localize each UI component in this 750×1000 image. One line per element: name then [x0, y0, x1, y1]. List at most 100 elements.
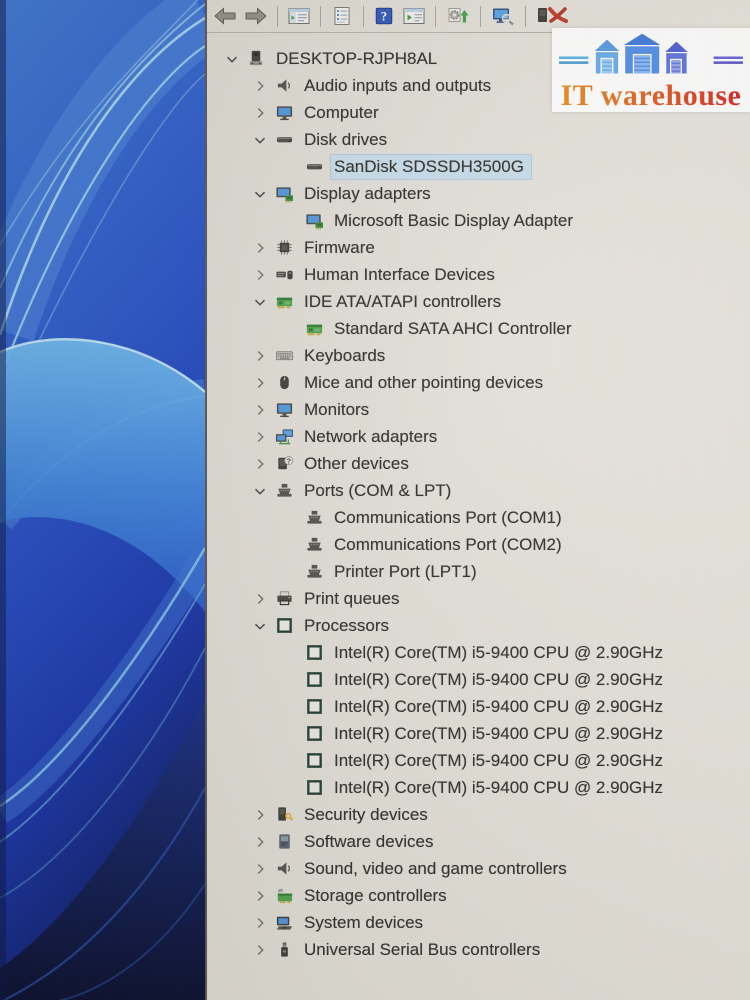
tree-row[interactable]: Firmware: [207, 234, 750, 261]
show-hide-action-pane-button[interactable]: [401, 3, 427, 29]
tree-item-label[interactable]: Disk drives: [301, 128, 394, 152]
tree-item-label[interactable]: Display adapters: [301, 182, 438, 206]
tree-item-label[interactable]: Firmware: [301, 236, 382, 260]
tree-row[interactable]: Intel(R) Core(TM) i5-9400 CPU @ 2.90GHz: [207, 693, 750, 720]
chevron-right-icon[interactable]: [247, 76, 273, 96]
tree-item-label[interactable]: Printer Port (LPT1): [331, 560, 484, 584]
chevron-right-icon[interactable]: [247, 265, 273, 285]
tree-item-label[interactable]: Other devices: [301, 452, 416, 476]
tree-row[interactable]: Processors: [207, 612, 750, 639]
tree-item-label[interactable]: Sound, video and game controllers: [301, 857, 574, 881]
chevron-right-icon[interactable]: [247, 238, 273, 258]
tree-item-label[interactable]: Print queues: [301, 587, 406, 611]
tree-item-label[interactable]: DESKTOP-RJPH8AL: [273, 47, 444, 71]
chevron-right-icon[interactable]: [247, 427, 273, 447]
tree-item-label[interactable]: Intel(R) Core(TM) i5-9400 CPU @ 2.90GHz: [331, 668, 670, 692]
tree-item-label[interactable]: Intel(R) Core(TM) i5-9400 CPU @ 2.90GHz: [331, 722, 670, 746]
chevron-right-icon[interactable]: [247, 373, 273, 393]
tree-item-label[interactable]: System devices: [301, 911, 430, 935]
tree-row[interactable]: Security devices: [207, 801, 750, 828]
show-hide-console-tree-button[interactable]: [286, 3, 312, 29]
tree-row[interactable]: Human Interface Devices: [207, 261, 750, 288]
chevron-right-icon[interactable]: [247, 859, 273, 879]
tree-item-label[interactable]: Software devices: [301, 830, 440, 854]
tree-row[interactable]: IDE ATA/ATAPI controllers: [207, 288, 750, 315]
tree-item-label[interactable]: Computer: [301, 101, 386, 125]
chevron-right-icon[interactable]: [247, 886, 273, 906]
tree-row[interactable]: Mice and other pointing devices: [207, 369, 750, 396]
tree-row[interactable]: System devices: [207, 909, 750, 936]
forward-button[interactable]: [243, 3, 269, 29]
tree-item-label[interactable]: Intel(R) Core(TM) i5-9400 CPU @ 2.90GHz: [331, 641, 670, 665]
chevron-right-icon[interactable]: [247, 103, 273, 123]
update-driver-button[interactable]: [444, 3, 472, 29]
tree-item-label[interactable]: Security devices: [301, 803, 435, 827]
disk-icon: [273, 130, 295, 150]
tree-row[interactable]: Disk drives: [207, 126, 750, 153]
tree-item-label[interactable]: Network adapters: [301, 425, 444, 449]
chevron-right-icon[interactable]: [247, 454, 273, 474]
tree-row[interactable]: Ports (COM & LPT): [207, 477, 750, 504]
chevron-right-icon[interactable]: [247, 913, 273, 933]
chevron-down-icon[interactable]: [247, 292, 273, 312]
tree-item-label[interactable]: Storage controllers: [301, 884, 454, 908]
uninstall-device-button[interactable]: [534, 3, 572, 29]
tree-item-label[interactable]: Intel(R) Core(TM) i5-9400 CPU @ 2.90GHz: [331, 695, 670, 719]
scan-hardware-changes-button[interactable]: [489, 3, 517, 29]
chevron-down-icon[interactable]: [247, 130, 273, 150]
help-button[interactable]: ?: [372, 3, 396, 29]
tree-item-label[interactable]: Intel(R) Core(TM) i5-9400 CPU @ 2.90GHz: [331, 749, 670, 773]
desktop-wallpaper: [0, 0, 205, 1000]
tree-item-label[interactable]: Processors: [301, 614, 396, 638]
tree-row[interactable]: SanDisk SDSSDH3500G: [207, 153, 750, 180]
chevron-right-icon[interactable]: [247, 940, 273, 960]
tree-row[interactable]: Print queues: [207, 585, 750, 612]
properties-button[interactable]: [329, 3, 355, 29]
tree-item-label[interactable]: Communications Port (COM2): [331, 533, 569, 557]
chevron-down-icon[interactable]: [247, 184, 273, 204]
tree-row[interactable]: Universal Serial Bus controllers: [207, 936, 750, 963]
tree-row[interactable]: Storage controllers: [207, 882, 750, 909]
tree-row[interactable]: Intel(R) Core(TM) i5-9400 CPU @ 2.90GHz: [207, 639, 750, 666]
tree-row[interactable]: Communications Port (COM2): [207, 531, 750, 558]
tree-row[interactable]: Standard SATA AHCI Controller: [207, 315, 750, 342]
tree-item-label[interactable]: Audio inputs and outputs: [301, 74, 498, 98]
tree-item-label[interactable]: Standard SATA AHCI Controller: [331, 317, 578, 341]
tree-item-label[interactable]: Intel(R) Core(TM) i5-9400 CPU @ 2.90GHz: [331, 776, 670, 800]
tree-row[interactable]: Intel(R) Core(TM) i5-9400 CPU @ 2.90GHz: [207, 747, 750, 774]
tree-row[interactable]: Display adapters: [207, 180, 750, 207]
tree-item-label[interactable]: Microsoft Basic Display Adapter: [331, 209, 580, 233]
tree-item-label[interactable]: Ports (COM & LPT): [301, 479, 458, 503]
tree-row[interactable]: Network adapters: [207, 423, 750, 450]
tree-row[interactable]: Microsoft Basic Display Adapter: [207, 207, 750, 234]
tree-item-label[interactable]: IDE ATA/ATAPI controllers: [301, 290, 508, 314]
tree-item-label[interactable]: SanDisk SDSSDH3500G: [330, 153, 532, 180]
tree-item-label[interactable]: Universal Serial Bus controllers: [301, 938, 547, 962]
cpu-icon: [303, 751, 325, 771]
tree-item-label[interactable]: Human Interface Devices: [301, 263, 502, 287]
tree-row[interactable]: Communications Port (COM1): [207, 504, 750, 531]
tree-item-label[interactable]: Keyboards: [301, 344, 392, 368]
chevron-right-icon[interactable]: [247, 346, 273, 366]
tree-row[interactable]: Intel(R) Core(TM) i5-9400 CPU @ 2.90GHz: [207, 720, 750, 747]
back-button[interactable]: [212, 3, 238, 29]
tree-item-label[interactable]: Communications Port (COM1): [331, 506, 569, 530]
chevron-down-icon[interactable]: [247, 616, 273, 636]
chevron-right-icon[interactable]: [247, 832, 273, 852]
chevron-right-icon[interactable]: [247, 805, 273, 825]
tree-row[interactable]: Intel(R) Core(TM) i5-9400 CPU @ 2.90GHz: [207, 666, 750, 693]
tree-row[interactable]: Intel(R) Core(TM) i5-9400 CPU @ 2.90GHz: [207, 774, 750, 801]
chevron-right-icon[interactable]: [247, 400, 273, 420]
tree-row[interactable]: Software devices: [207, 828, 750, 855]
tree-row[interactable]: Monitors: [207, 396, 750, 423]
tree-row[interactable]: Keyboards: [207, 342, 750, 369]
chevron-right-icon[interactable]: [247, 589, 273, 609]
chevron-down-icon[interactable]: [219, 49, 245, 69]
uninstall-icon: [535, 5, 571, 27]
tree-item-label[interactable]: Monitors: [301, 398, 376, 422]
tree-row[interactable]: ? Other devices: [207, 450, 750, 477]
tree-row[interactable]: Printer Port (LPT1): [207, 558, 750, 585]
tree-row[interactable]: Sound, video and game controllers: [207, 855, 750, 882]
tree-item-label[interactable]: Mice and other pointing devices: [301, 371, 550, 395]
chevron-down-icon[interactable]: [247, 481, 273, 501]
